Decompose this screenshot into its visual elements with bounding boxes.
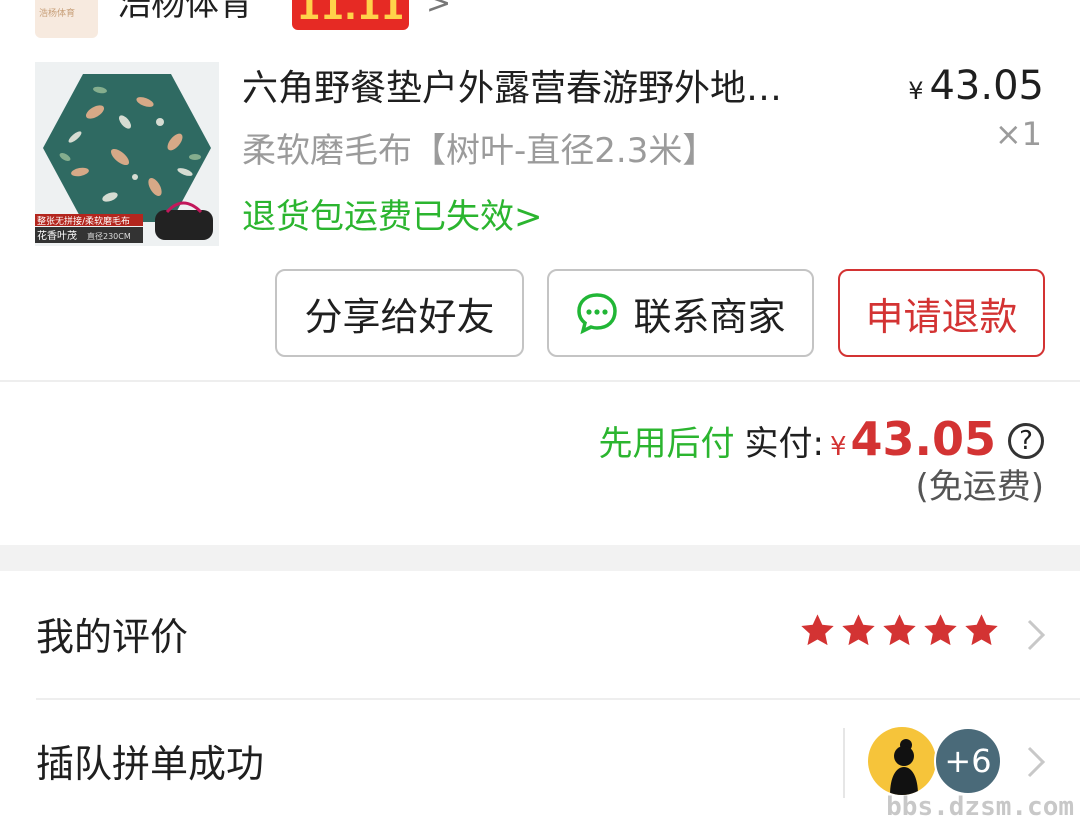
pay-later-tag: 先用后付 (598, 424, 735, 464)
unit-price: ¥43.05 (908, 62, 1044, 115)
question-help-icon[interactable]: ? (1008, 423, 1044, 459)
star-icon (924, 614, 957, 646)
avatar[interactable] (868, 727, 936, 795)
user-silhouette-icon (890, 739, 918, 795)
divider (36, 698, 1080, 700)
store-logo-text: 浩杨体育 (39, 9, 76, 19)
paid-label: 实付: (744, 424, 824, 464)
rating-stars[interactable] (799, 612, 1000, 649)
product-title[interactable]: 六角野餐垫户外露营春游野外地… (242, 66, 862, 112)
chevron-right-icon[interactable] (1026, 618, 1046, 652)
currency-symbol: ¥ (829, 432, 847, 462)
currency-symbol: ¥ (908, 77, 924, 105)
star-icon (883, 614, 916, 646)
quantity: ×1 (994, 115, 1042, 153)
product-image[interactable]: 整张无拼接/柔软磨毛布 花香叶茂 直径230CM (35, 62, 219, 246)
divider (843, 728, 845, 798)
share-button[interactable]: 分享给好友 (275, 269, 524, 357)
watermark: bbs.dzsm.com (886, 792, 1074, 822)
hexagon-mat-image: 整张无拼接/柔软磨毛布花香叶茂 直径230CM (35, 62, 219, 246)
section-separator (0, 545, 1080, 571)
image-caption-top: 整张无拼接/柔软磨毛布 (37, 215, 130, 227)
share-button-label: 分享给好友 (304, 294, 495, 339)
divider (0, 380, 1080, 382)
star-icon (965, 614, 998, 646)
star-icon (842, 614, 875, 646)
group-success-label[interactable]: 插队拼单成功 (36, 733, 264, 788)
store-name[interactable]: 浩杨体育 (117, 0, 253, 26)
contact-seller-label: 联系商家 (633, 294, 786, 339)
unit-price-value: 43.05 (929, 63, 1044, 109)
promo-badge: 11.11 (292, 0, 409, 30)
image-caption-right: 直径230CM (87, 231, 131, 241)
contact-seller-button[interactable]: 联系商家 (547, 269, 814, 357)
my-review-label[interactable]: 我的评价 (36, 606, 188, 661)
product-spec: 柔软磨毛布【树叶-直径2.3米】 (242, 131, 717, 171)
paid-amount: 43.05 (850, 412, 996, 466)
refund-button[interactable]: 申请退款 (838, 269, 1045, 357)
chat-bubble-icon (577, 293, 618, 335)
star-icon (801, 614, 834, 646)
chevron-right-icon: > (514, 197, 543, 237)
shipping-note: (免运费) (915, 467, 1044, 507)
return-shipping-text: 退货包运费已失效 (242, 197, 514, 237)
refund-button-label: 申请退款 (865, 294, 1018, 339)
chevron-right-icon[interactable]: > (426, 0, 451, 21)
participant-count-badge[interactable]: +6 (934, 727, 1002, 795)
return-shipping-note[interactable]: 退货包运费已失效> (242, 194, 543, 240)
payment-summary: 先用后付 实付: ¥ 43.05 ? (598, 412, 1044, 470)
chevron-right-icon[interactable] (1026, 745, 1046, 779)
store-logo[interactable]: 浩杨体育 (35, 0, 98, 38)
image-caption-left: 花香叶茂 (37, 229, 77, 242)
